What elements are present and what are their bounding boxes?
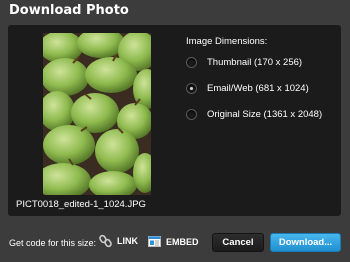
radio-label: Thumbnail (170 x 256) [207, 56, 303, 68]
radio-thumbnail[interactable]: Thumbnail (170 x 256) [186, 55, 302, 69]
radio-button-icon[interactable] [186, 108, 197, 120]
radio-button-selected-icon[interactable] [186, 82, 197, 94]
chain-link-icon [99, 234, 112, 248]
embed-window-icon [148, 236, 161, 247]
get-code-label: Get code for this size: [9, 238, 97, 248]
link-button[interactable]: LINK [99, 234, 138, 248]
radio-button-icon[interactable] [186, 56, 197, 68]
cancel-button[interactable]: Cancel [212, 233, 264, 252]
download-photo-dialog: Download Photo PICT0018_edited-1_1024.JP… [0, 0, 350, 262]
dialog-title: Download Photo [9, 3, 129, 18]
radio-original-size[interactable]: Original Size (1361 x 2048) [186, 107, 322, 121]
radio-label: Original Size (1361 x 2048) [207, 108, 323, 120]
download-button[interactable]: Download... [270, 233, 341, 252]
link-label: LINK [117, 236, 138, 246]
image-dimensions-heading: Image Dimensions: [186, 36, 268, 47]
photo-filename: PICT0018_edited-1_1024.JPG [16, 199, 146, 210]
radio-label: Email/Web (681 x 1024) [207, 82, 309, 94]
embed-button[interactable]: EMBED [148, 236, 199, 247]
photo-preview [43, 33, 151, 195]
pears-photo [43, 33, 151, 195]
radio-email-web[interactable]: Email/Web (681 x 1024) [186, 81, 309, 95]
embed-label: EMBED [166, 236, 199, 247]
